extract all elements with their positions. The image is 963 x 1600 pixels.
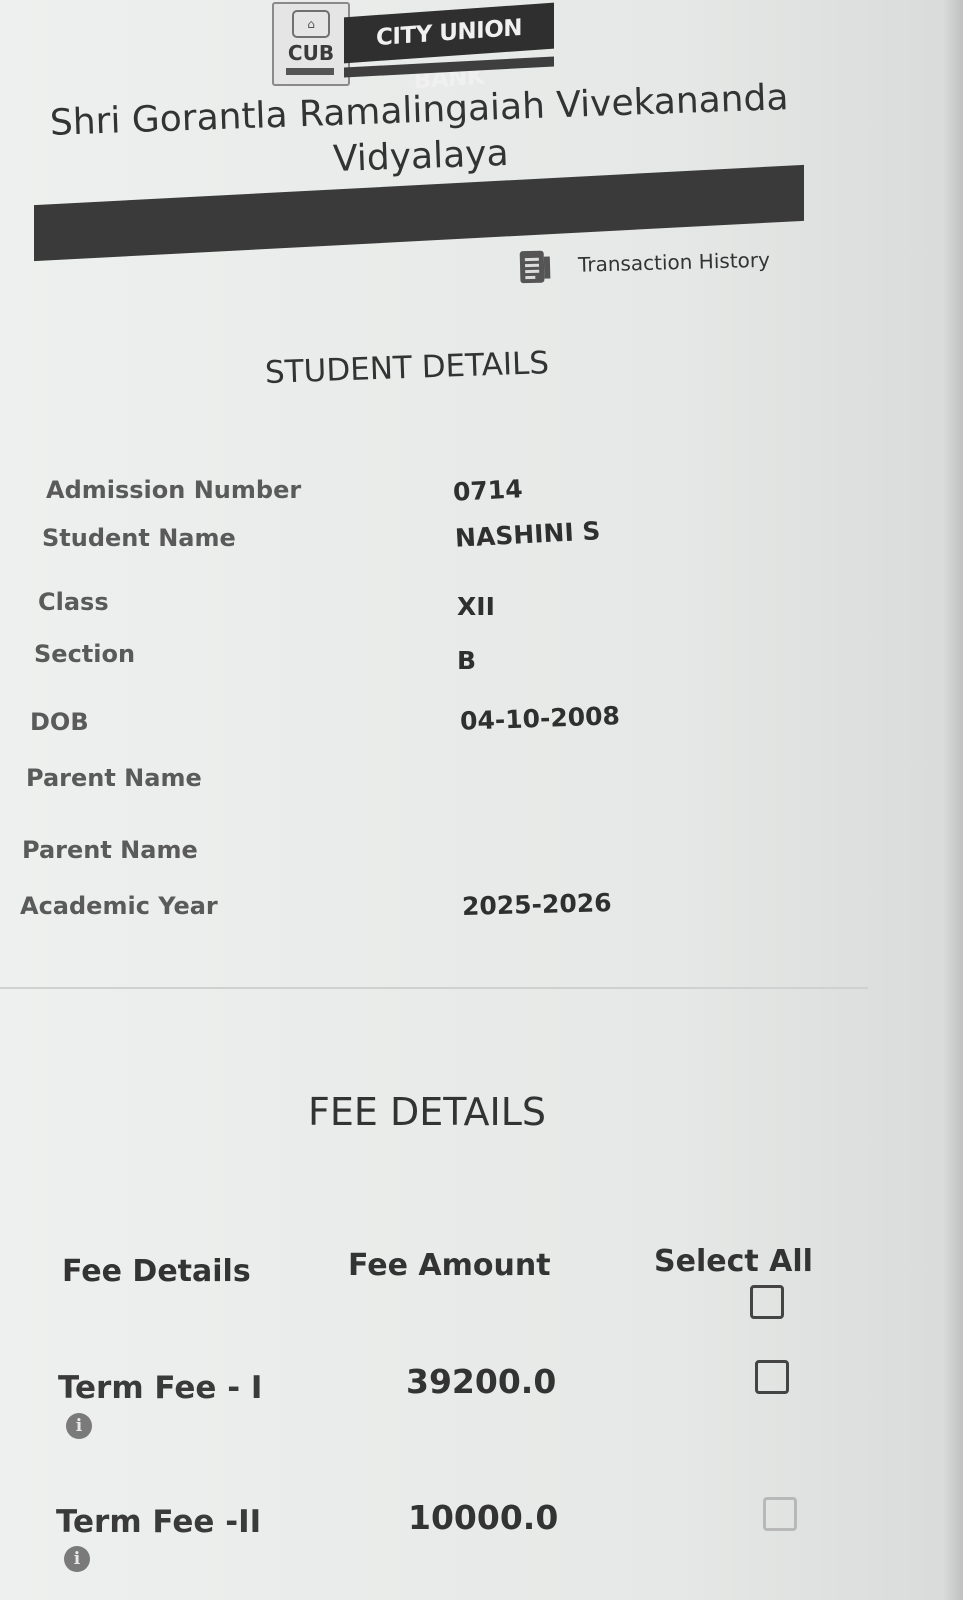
student-name-value: NASHINI S [454, 516, 602, 553]
student-details-title: STUDENT DETAILS [264, 345, 550, 391]
info-icon[interactable]: i [66, 1413, 92, 1439]
fee-details-column-header: Fee Details [62, 1254, 251, 1289]
select-all-label: Select All [654, 1244, 813, 1279]
fee-name-term-2: Term Fee -II [56, 1504, 262, 1540]
fee-amount-term-1: 39200.0 [406, 1362, 557, 1401]
fee-checkbox-term-2[interactable] [763, 1497, 797, 1531]
class-value: XII [457, 592, 495, 621]
bank-name: CITY UNION BANK [344, 2, 554, 94]
student-name-label: Student Name [42, 524, 236, 552]
crest-emblem-icon: ⌂ [292, 10, 330, 38]
section-label: Section [34, 640, 136, 668]
dob-value: 04-10-2008 [459, 701, 621, 736]
admission-number-value: 0714 [452, 474, 524, 507]
section-divider [0, 987, 868, 989]
page-edge-shadow [943, 0, 963, 1600]
admission-number-label: Admission Number [46, 476, 302, 504]
academic-year-label: Academic Year [20, 892, 218, 920]
parent-name-label: Parent Name [26, 764, 202, 792]
fee-amount-term-2: 10000.0 [408, 1498, 559, 1537]
academic-year-value: 2025-2026 [461, 888, 612, 921]
bank-logo: ⌂ CUB CITY UNION BANK [272, 2, 562, 94]
fee-name-term-1: Term Fee - I [58, 1370, 263, 1406]
bank-abbr: CUB [287, 41, 335, 65]
fee-details-title: FEE DETAILS [308, 1090, 546, 1134]
bank-crest-icon: ⌂ CUB [272, 2, 350, 86]
transaction-history-label: Transaction History [577, 247, 771, 277]
parent-name-label-2: Parent Name [22, 836, 198, 864]
fee-checkbox-term-1[interactable] [755, 1360, 789, 1394]
transaction-history-link[interactable]: Transaction History [518, 241, 771, 286]
dob-label: DOB [30, 708, 89, 736]
info-icon[interactable]: i [64, 1546, 90, 1572]
fee-amount-column-header: Fee Amount [348, 1248, 551, 1283]
section-value: B [457, 646, 477, 675]
select-all-checkbox[interactable] [750, 1285, 784, 1319]
document-icon [519, 250, 551, 284]
class-label: Class [38, 588, 109, 616]
